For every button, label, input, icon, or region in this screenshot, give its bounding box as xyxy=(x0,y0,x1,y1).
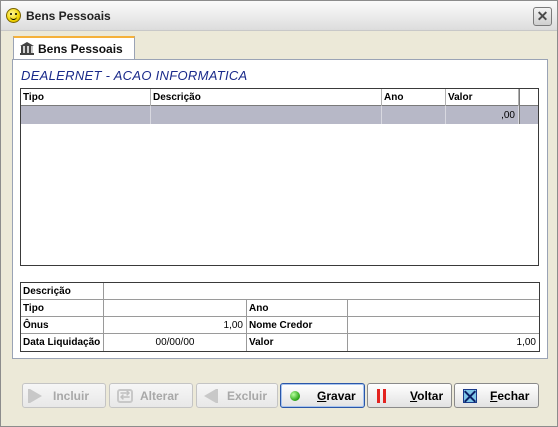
alterar-button[interactable]: Alterar xyxy=(109,383,193,408)
tipo-label: Tipo xyxy=(21,300,104,317)
cell-ano[interactable] xyxy=(382,106,446,124)
title-bar: Bens Pessoais ✕ xyxy=(1,1,557,31)
data-liquidacao-label: Data Liquidação xyxy=(21,334,104,351)
nome-credor-field[interactable] xyxy=(348,317,539,334)
cell-valor[interactable]: ,00 xyxy=(446,106,519,124)
valor-label: Valor xyxy=(247,334,348,351)
tab-bens-pessoais[interactable]: Bens Pessoais xyxy=(13,36,135,60)
grid-corner xyxy=(519,89,538,106)
incluir-label: Incluir xyxy=(53,389,90,403)
voltar-button[interactable]: Voltar xyxy=(367,383,452,408)
gravar-button[interactable]: Gravar xyxy=(280,383,365,408)
incluir-button[interactable]: Incluir xyxy=(22,383,106,408)
cell-descricao[interactable] xyxy=(151,106,382,124)
cell-tipo[interactable] xyxy=(21,106,151,124)
nome-credor-label: Nome Credor xyxy=(247,317,348,334)
ano-field[interactable] xyxy=(348,300,539,317)
insert-icon xyxy=(28,389,42,403)
bank-building-icon xyxy=(20,42,35,55)
content-panel: DEALERNET - ACAO INFORMATICA Tipo Descri… xyxy=(12,59,548,359)
grid-header: Tipo Descrição Ano Valor xyxy=(21,89,519,106)
row-indicator xyxy=(519,106,538,124)
data-liquidacao-field[interactable]: 00/00/00 xyxy=(104,334,247,351)
tab-label: Bens Pessoais xyxy=(38,42,123,56)
column-header-ano[interactable]: Ano xyxy=(382,89,446,106)
table-row[interactable]: ,00 xyxy=(21,106,519,124)
smiley-icon xyxy=(6,8,21,23)
dialog-window: Bens Pessoais ✕ Bens Pessoais DEALERNET … xyxy=(0,0,558,427)
close-window-button[interactable]: ✕ xyxy=(533,7,552,26)
delete-icon xyxy=(204,389,218,403)
onus-field[interactable]: 1,00 xyxy=(104,317,247,334)
edit-icon xyxy=(117,388,133,403)
voltar-label: Voltar xyxy=(410,389,444,403)
excluir-button[interactable]: Excluir xyxy=(196,383,278,408)
gravar-label: Gravar xyxy=(317,389,356,403)
close-icon xyxy=(463,389,477,403)
valor-field[interactable]: 1,00 xyxy=(348,334,539,351)
detail-form: Descrição Tipo Ano Ônus 1,00 Nome Credor… xyxy=(20,282,540,352)
descricao-field[interactable] xyxy=(104,283,539,300)
excluir-label: Excluir xyxy=(227,389,268,403)
ano-label: Ano xyxy=(247,300,348,317)
fechar-label: Fechar xyxy=(490,389,530,403)
fechar-button[interactable]: Fechar xyxy=(454,383,539,408)
alterar-label: Alterar xyxy=(140,389,179,403)
onus-label: Ônus xyxy=(21,317,104,334)
descricao-label: Descrição xyxy=(21,283,104,300)
column-header-tipo[interactable]: Tipo xyxy=(21,89,151,106)
save-icon xyxy=(290,391,300,401)
back-icon xyxy=(377,389,387,403)
column-header-descricao[interactable]: Descrição xyxy=(151,89,382,106)
company-name: DEALERNET - ACAO INFORMATICA xyxy=(21,68,248,83)
assets-grid[interactable]: Tipo Descrição Ano Valor ,00 xyxy=(20,88,539,266)
close-icon: ✕ xyxy=(536,8,549,24)
tipo-field[interactable] xyxy=(104,300,247,317)
window-title: Bens Pessoais xyxy=(26,9,111,23)
column-header-valor[interactable]: Valor xyxy=(446,89,519,106)
